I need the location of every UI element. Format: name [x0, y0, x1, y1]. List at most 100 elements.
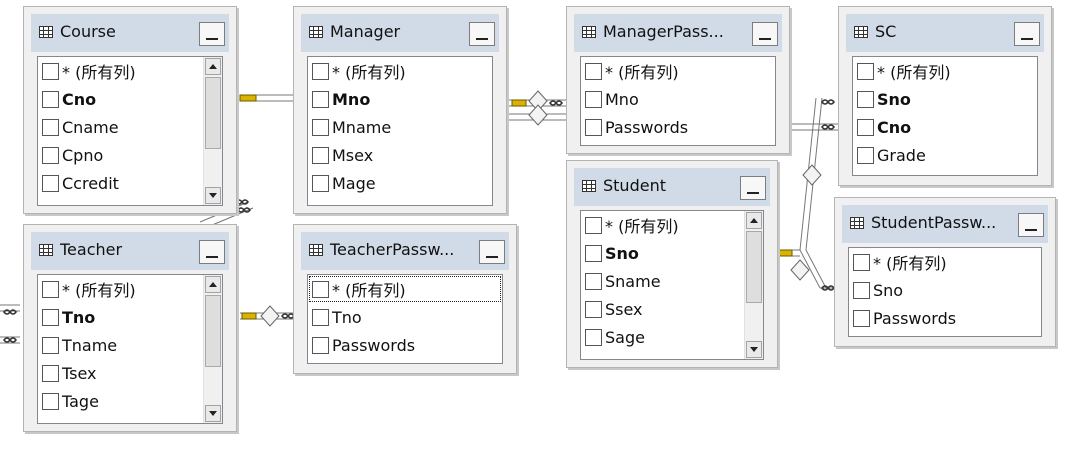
- scroll-down-button[interactable]: [205, 187, 221, 204]
- table-header[interactable]: TeacherPassw...: [301, 232, 509, 270]
- column-checkbox[interactable]: [312, 90, 329, 108]
- scroll-up-button[interactable]: [746, 212, 762, 229]
- column-row[interactable]: * (所有列): [308, 57, 492, 85]
- column-list[interactable]: * (所有列) Cno Cname Cpno Ccredit: [37, 56, 223, 206]
- column-checkbox[interactable]: [42, 336, 59, 354]
- column-row[interactable]: Cname: [38, 113, 222, 141]
- column-checkbox[interactable]: [857, 118, 874, 136]
- column-row[interactable]: Passwords: [849, 304, 1041, 332]
- column-row[interactable]: Ssex: [581, 295, 763, 323]
- scroll-up-button[interactable]: [205, 276, 221, 293]
- column-checkbox[interactable]: [42, 392, 59, 410]
- column-checkbox[interactable]: [585, 118, 602, 136]
- column-row[interactable]: Cno: [38, 85, 222, 113]
- column-row[interactable]: * (所有列): [581, 57, 775, 85]
- column-checkbox[interactable]: [853, 281, 870, 299]
- column-list[interactable]: * (所有列) Tno Passwords: [307, 274, 503, 364]
- column-list[interactable]: * (所有列) Sno Sname Ssex Sage: [580, 210, 764, 360]
- minimize-button[interactable]: [199, 240, 225, 264]
- table-header[interactable]: Teacher: [31, 232, 229, 270]
- scroll-down-button[interactable]: [205, 405, 221, 422]
- table-manager-passwords[interactable]: ManagerPass... * (所有列) Mno Passwords: [566, 6, 790, 154]
- column-row[interactable]: Tno: [38, 303, 222, 331]
- minimize-button[interactable]: [199, 22, 225, 46]
- diagram-canvas[interactable]: Course * (所有列) Cno Cname Cpno Ccredit Ma…: [0, 0, 1069, 468]
- table-header[interactable]: SC: [846, 14, 1044, 52]
- column-checkbox[interactable]: [857, 62, 874, 80]
- minimize-button[interactable]: [752, 22, 778, 46]
- column-checkbox[interactable]: [42, 364, 59, 382]
- table-teacher[interactable]: Teacher * (所有列) Tno Tname Tsex Tage: [23, 224, 237, 432]
- column-row[interactable]: Ccredit: [38, 169, 222, 197]
- column-list[interactable]: * (所有列) Sno Passwords: [848, 247, 1042, 337]
- column-list[interactable]: * (所有列) Mno Mname Msex Mage: [307, 56, 493, 206]
- column-row[interactable]: Passwords: [308, 331, 502, 359]
- scrollbar[interactable]: [744, 211, 763, 359]
- column-row[interactable]: Msex: [308, 141, 492, 169]
- column-checkbox[interactable]: [312, 118, 329, 136]
- column-checkbox[interactable]: [585, 216, 602, 234]
- column-checkbox[interactable]: [312, 336, 329, 354]
- column-row[interactable]: Tno: [308, 303, 502, 331]
- column-row[interactable]: Sname: [581, 267, 763, 295]
- column-row[interactable]: * (所有列): [38, 57, 222, 85]
- column-row[interactable]: Cno: [853, 113, 1037, 141]
- scroll-thumb[interactable]: [746, 231, 762, 303]
- column-checkbox[interactable]: [42, 146, 59, 164]
- column-row[interactable]: Passwords: [581, 113, 775, 141]
- column-checkbox[interactable]: [312, 308, 329, 326]
- column-row[interactable]: Mno: [308, 85, 492, 113]
- scroll-thumb[interactable]: [205, 295, 221, 367]
- column-row[interactable]: Tname: [38, 331, 222, 359]
- column-checkbox[interactable]: [857, 146, 874, 164]
- column-row[interactable]: * (所有列): [581, 211, 763, 239]
- column-row[interactable]: Tage: [38, 387, 222, 415]
- minimize-button[interactable]: [1018, 213, 1044, 237]
- column-checkbox[interactable]: [585, 244, 602, 262]
- table-manager[interactable]: Manager * (所有列) Mno Mname Msex Mage: [293, 6, 507, 214]
- column-checkbox[interactable]: [312, 280, 329, 298]
- column-checkbox[interactable]: [853, 309, 870, 327]
- column-checkbox[interactable]: [585, 272, 602, 290]
- table-header[interactable]: ManagerPass...: [574, 14, 782, 52]
- column-row[interactable]: Tsex: [38, 359, 222, 387]
- table-header[interactable]: Student: [574, 168, 770, 206]
- column-list[interactable]: * (所有列) Tno Tname Tsex Tage: [37, 274, 223, 424]
- column-checkbox[interactable]: [585, 90, 602, 108]
- column-checkbox[interactable]: [585, 300, 602, 318]
- scrollbar[interactable]: [203, 57, 222, 205]
- scroll-down-button[interactable]: [746, 341, 762, 358]
- column-checkbox[interactable]: [312, 146, 329, 164]
- column-row[interactable]: Sno: [853, 85, 1037, 113]
- minimize-button[interactable]: [479, 240, 505, 264]
- column-checkbox[interactable]: [312, 174, 329, 192]
- column-row[interactable]: * (所有列): [853, 57, 1037, 85]
- column-checkbox[interactable]: [312, 62, 329, 80]
- minimize-button[interactable]: [740, 176, 766, 200]
- column-row[interactable]: Grade: [853, 141, 1037, 169]
- table-header[interactable]: Course: [31, 14, 229, 52]
- scrollbar[interactable]: [203, 275, 222, 423]
- column-row[interactable]: Sno: [581, 239, 763, 267]
- table-course[interactable]: Course * (所有列) Cno Cname Cpno Ccredit: [23, 6, 237, 214]
- column-row[interactable]: * (所有列): [308, 275, 502, 303]
- table-sc[interactable]: SC * (所有列) Sno Cno Grade: [838, 6, 1052, 186]
- table-student-passwords[interactable]: StudentPassw... * (所有列) Sno Passwords: [834, 197, 1056, 347]
- column-checkbox[interactable]: [42, 174, 59, 192]
- column-checkbox[interactable]: [853, 253, 870, 271]
- scroll-up-button[interactable]: [205, 58, 221, 75]
- column-list[interactable]: * (所有列) Mno Passwords: [580, 56, 776, 146]
- column-checkbox[interactable]: [42, 118, 59, 136]
- table-header[interactable]: StudentPassw...: [842, 205, 1048, 243]
- table-header[interactable]: Manager: [301, 14, 499, 52]
- column-row[interactable]: * (所有列): [849, 248, 1041, 276]
- column-list[interactable]: * (所有列) Sno Cno Grade: [852, 56, 1038, 176]
- column-checkbox[interactable]: [585, 62, 602, 80]
- column-checkbox[interactable]: [42, 280, 59, 298]
- column-row[interactable]: Mage: [308, 169, 492, 197]
- minimize-button[interactable]: [469, 22, 495, 46]
- minimize-button[interactable]: [1014, 22, 1040, 46]
- column-row[interactable]: Mname: [308, 113, 492, 141]
- table-teacher-passwords[interactable]: TeacherPassw... * (所有列) Tno Passwords: [293, 224, 517, 374]
- table-student[interactable]: Student * (所有列) Sno Sname Ssex Sage: [566, 160, 778, 368]
